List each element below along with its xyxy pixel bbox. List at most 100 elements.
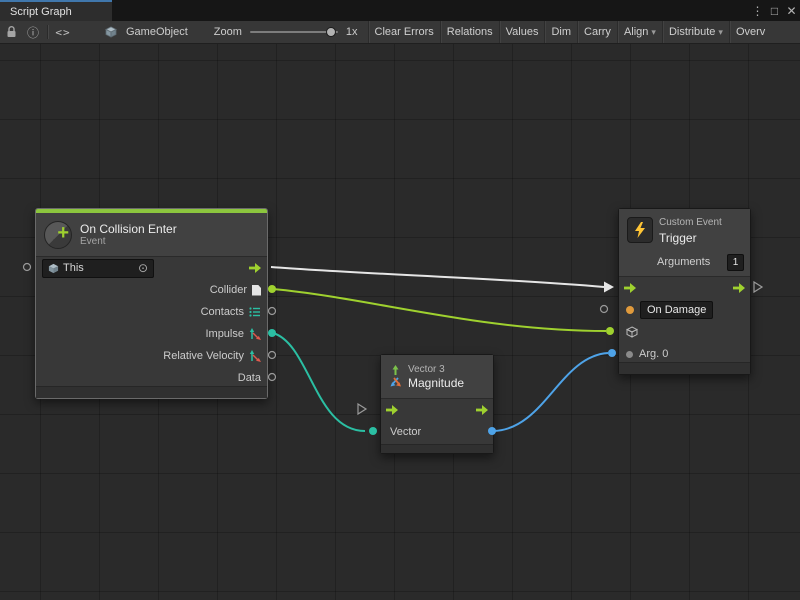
wire-impulse-to-vector[interactable] (273, 333, 365, 431)
info-icon[interactable]: ⓘ (22, 21, 44, 43)
arguments-value-field[interactable]: 1 (727, 254, 744, 271)
arguments-row: Arguments 1 (657, 253, 744, 271)
port-relative-velocity-out[interactable] (269, 352, 276, 359)
tab-bar: Script Graph ⋮ □ ✕ (0, 0, 800, 21)
port-label: Contacts (201, 306, 244, 318)
output-row-collider[interactable]: Collider (36, 279, 267, 301)
port-impulse-out[interactable] (268, 329, 276, 337)
align-button[interactable]: Align▾ (617, 21, 662, 43)
port-collider-out[interactable] (268, 285, 276, 293)
zoom-slider-knob[interactable] (326, 27, 336, 37)
node-header[interactable]: On Collision Enter Event (36, 213, 267, 257)
node-custom-event-trigger[interactable]: Custom Event Trigger Arguments 1 On Dama… (618, 208, 751, 375)
node-on-collision-enter[interactable]: On Collision Enter Event This ⊙ Collider (35, 208, 268, 399)
node-footer (381, 444, 493, 453)
carry-button[interactable]: Carry (577, 21, 617, 43)
chevron-down-icon: ▾ (718, 27, 723, 38)
close-icon[interactable]: ✕ (783, 0, 800, 21)
dim-button[interactable]: Dim (544, 21, 577, 43)
collider-doc-icon (252, 285, 261, 296)
self-target-field[interactable]: This ⊙ (42, 259, 154, 278)
input-row-target[interactable] (619, 321, 750, 343)
tab-script-graph[interactable]: Script Graph (0, 0, 112, 21)
node-title: Trigger (659, 231, 697, 245)
wire-arrowhead-icon (604, 282, 614, 293)
button-label: Carry (584, 26, 611, 38)
flow-in-arrow-icon[interactable] (386, 405, 398, 415)
clear-errors-button[interactable]: Clear Errors (368, 21, 440, 43)
gameobject-label[interactable]: GameObject (126, 26, 188, 38)
tab-bar-spacer (112, 0, 749, 21)
flow-out-arrow-icon[interactable] (249, 263, 261, 273)
node-category: Vector 3 (408, 364, 464, 376)
node-subtitle: Event (80, 236, 177, 248)
event-plus-icon (44, 221, 72, 249)
cube-icon (48, 263, 59, 274)
values-button[interactable]: Values (499, 21, 545, 43)
output-row-contacts[interactable]: Contacts (36, 301, 267, 323)
port-label: Data (238, 372, 261, 384)
graph-canvas[interactable]: On Collision Enter Event This ⊙ Collider (0, 44, 800, 600)
port-vector-in[interactable] (369, 427, 377, 435)
port-label: Collider (210, 284, 247, 296)
menu-icon[interactable]: ⋮ (749, 0, 766, 21)
flow-hint-triangle-icon (358, 404, 366, 414)
zoom-slider-track[interactable] (250, 31, 338, 33)
port-target-in[interactable] (606, 327, 614, 335)
output-row-relative-velocity[interactable]: Relative Velocity (36, 345, 267, 367)
overview-button[interactable]: Overv (729, 21, 771, 43)
node-category: Custom Event (659, 217, 722, 229)
vector3-icon (389, 365, 402, 388)
input-row-event-name[interactable]: On Damage (619, 299, 750, 321)
zoom-label: Zoom (214, 26, 242, 38)
port-data-out[interactable] (269, 374, 276, 381)
zoom-slider[interactable] (250, 25, 338, 39)
node-vector3-magnitude[interactable]: Vector 3 Magnitude Vector (380, 354, 494, 454)
port-contacts-out[interactable] (269, 308, 276, 315)
flow-row (381, 399, 493, 421)
flow-in-arrow-icon[interactable] (624, 283, 636, 293)
flow-out-arrow-icon[interactable] (476, 405, 488, 415)
flow-out-arrow-icon[interactable] (733, 283, 745, 293)
wire-collider-to-target[interactable] (273, 289, 606, 331)
button-label: Dim (551, 26, 571, 38)
event-name-field[interactable]: On Damage (640, 301, 713, 319)
node-title: Magnitude (408, 376, 464, 390)
list-icon (249, 306, 261, 318)
node-title: On Collision Enter (80, 222, 177, 236)
chevron-down-icon: ▾ (651, 27, 656, 38)
node-footer (619, 362, 750, 374)
port-label: Impulse (205, 328, 244, 340)
node-header[interactable]: Vector 3 Magnitude (381, 355, 493, 399)
port-name-in[interactable] (601, 306, 608, 313)
node-header[interactable]: Custom Event Trigger Arguments 1 (619, 209, 750, 277)
button-label: Align (624, 26, 648, 38)
port-arg0-in[interactable] (608, 349, 616, 357)
button-label: Clear Errors (375, 26, 434, 38)
object-picker-icon[interactable]: ⊙ (138, 262, 148, 274)
port-event-in[interactable] (24, 264, 31, 271)
tab-label: Script Graph (10, 6, 72, 18)
vector-axes-icon (249, 328, 261, 340)
wire-control-flow[interactable] (271, 267, 604, 287)
button-label: Values (506, 26, 539, 38)
gameobject-cube-icon (100, 21, 122, 43)
output-row-impulse[interactable]: Impulse (36, 323, 267, 345)
port-label: Vector (390, 426, 421, 438)
arguments-label: Arguments (657, 256, 710, 268)
wire-magnitude-to-arg0[interactable] (494, 353, 608, 431)
button-label: Relations (447, 26, 493, 38)
input-row-vector[interactable]: Vector (381, 421, 493, 443)
button-label: Overv (736, 26, 765, 38)
flow-output-row: This ⊙ (36, 257, 267, 279)
relations-button[interactable]: Relations (440, 21, 499, 43)
code-view-icon[interactable]: <> (52, 21, 74, 43)
maximize-icon[interactable]: □ (766, 0, 783, 21)
value-port-dot[interactable] (626, 351, 633, 358)
distribute-button[interactable]: Distribute▾ (662, 21, 729, 43)
node-footer (36, 386, 267, 398)
lock-icon[interactable] (0, 21, 22, 43)
string-port-dot[interactable] (626, 306, 634, 314)
node-titles: On Collision Enter Event (80, 222, 177, 248)
flow-hint-triangle-icon (754, 282, 762, 292)
